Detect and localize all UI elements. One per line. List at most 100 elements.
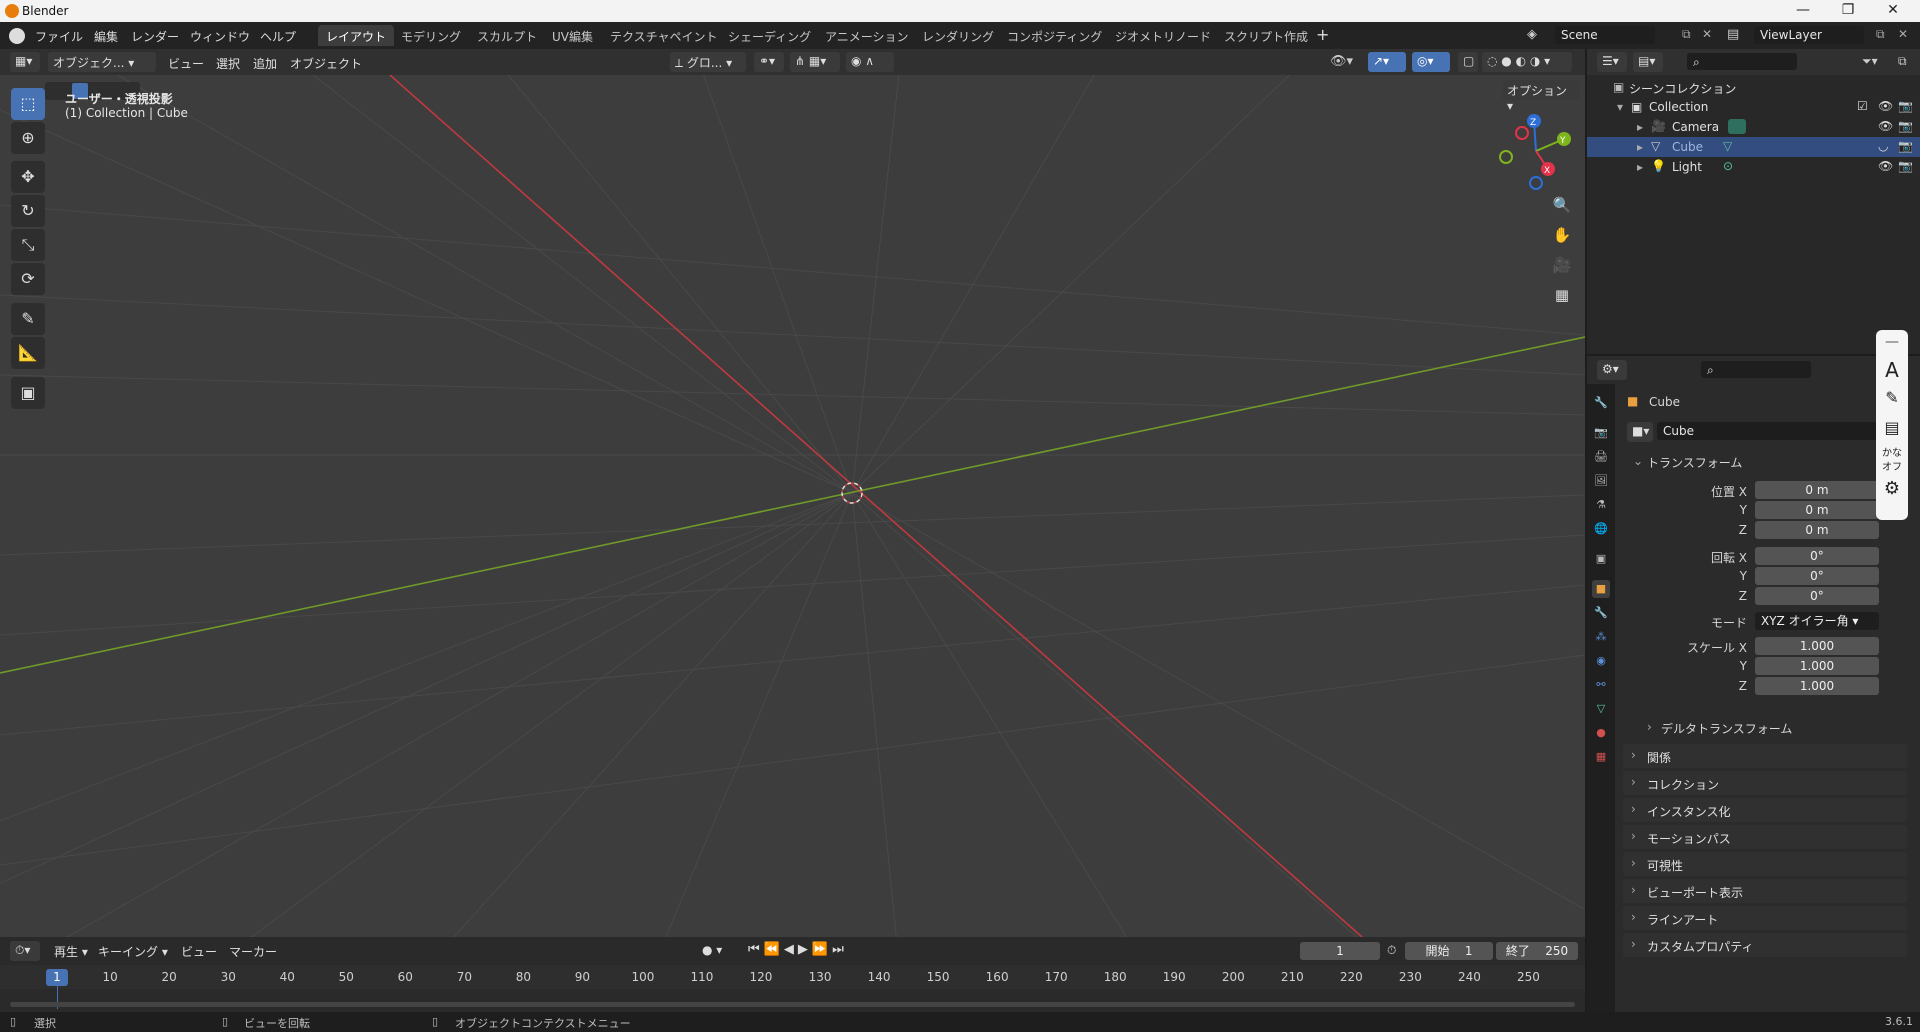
editor-type-icon[interactable]: ▦▾ [10, 52, 40, 72]
options-dropdown[interactable]: オプション ▾ [1502, 80, 1580, 113]
menu-render[interactable]: レンダー [131, 28, 179, 45]
properties-search-input[interactable]: ⌕ [1701, 361, 1811, 378]
menu-edit[interactable]: 編集 [94, 28, 118, 45]
new-view-layer-icon[interactable]: ⧉ [1876, 27, 1885, 42]
end-frame-field[interactable]: 終了 250 [1496, 942, 1578, 960]
snap-icon[interactable]: ⋔ ▦▾ [790, 52, 840, 72]
collection-tab-icon[interactable]: ▣ [1592, 550, 1610, 568]
collection-eye-icon[interactable]: 👁 [1878, 99, 1893, 113]
scene-field[interactable]: Scene [1555, 26, 1655, 44]
ime-off-label[interactable]: オフ [1876, 458, 1908, 473]
rotate-tool[interactable]: ↻ [11, 195, 45, 227]
collection-render-icon[interactable]: 📷 [1898, 99, 1913, 113]
scale-tool[interactable]: ⤡ [11, 229, 45, 261]
close-icon[interactable]: ✕ [1873, 2, 1913, 18]
scene-icon[interactable]: ◈ [1527, 27, 1537, 42]
panel-viewport-display[interactable]: › ビューポート表示 [1623, 879, 1907, 903]
transform-orientation-dropdown[interactable]: ⟂ グロ... ▾ [670, 52, 746, 72]
output-tab-icon[interactable]: 🖨 [1592, 448, 1610, 466]
visibility-icon[interactable]: 👁▾ [1330, 54, 1353, 69]
select-box-tool[interactable]: ⬚ [11, 88, 45, 120]
minimize-icon[interactable]: — [1783, 2, 1823, 18]
ime-dictionary-icon[interactable]: ▤ [1876, 418, 1908, 437]
transform-tool[interactable]: ⟳ [11, 263, 45, 295]
timeline[interactable]: 1 10 20 30 40 50 60 70 80 90 100 110 120 130 140 150 160… [0, 965, 1585, 1012]
cube-eye-icon[interactable]: ◡ [1878, 139, 1888, 153]
location-x-field[interactable]: 0 m [1755, 481, 1879, 499]
object-tab-icon[interactable]: ■ [1592, 580, 1610, 598]
tab-scripting[interactable]: スクリプト作成 [1216, 25, 1316, 46]
world-tab-icon[interactable]: 🌐 [1592, 520, 1610, 538]
tab-layout[interactable]: レイアウト [318, 25, 395, 46]
expand-arrow-icon[interactable]: ▸ [1637, 140, 1643, 154]
menu-file[interactable]: ファイル [35, 28, 83, 45]
new-collection-icon[interactable]: ⧉ [1898, 54, 1907, 69]
expand-arrow-icon[interactable]: ▾ [1617, 100, 1623, 114]
timeline-menu-view[interactable]: ビュー [181, 943, 217, 960]
pan-icon[interactable]: ✋ [1550, 223, 1574, 247]
outliner-item-cube[interactable]: ▸ ▽ Cube ▽ ◡ 📷 [1587, 137, 1920, 157]
tab-compositing[interactable]: コンポジティング [999, 25, 1110, 46]
3d-viewport[interactable]: ユーザー・透視投影 (1) Collection | Cube ⬚ ⊕ ✥ ↻ … [0, 75, 1585, 937]
properties-editor-type-icon[interactable]: ⚙▾ [1597, 360, 1627, 380]
rotation-z-field[interactable]: 0° [1755, 587, 1879, 605]
viewport-menu-view[interactable]: ビュー [168, 55, 204, 72]
outliner-search-input[interactable]: ⌕ [1687, 53, 1797, 70]
particles-tab-icon[interactable]: ⁂ [1592, 628, 1610, 646]
timeline-editor-type-icon[interactable]: ⏱▾ [10, 941, 40, 961]
navigation-gizmo[interactable]: Z Y X [1496, 111, 1576, 191]
transform-collapse-icon[interactable]: ⌄ [1633, 454, 1643, 468]
tab-modeling[interactable]: モデリング [393, 25, 469, 46]
preview-range-icon[interactable]: ⏱ [1387, 943, 1396, 958]
maximize-icon[interactable]: ❐ [1828, 2, 1868, 18]
measure-tool[interactable]: 📐 [11, 337, 45, 369]
light-render-icon[interactable]: 📷 [1898, 159, 1913, 173]
outliner-item-camera[interactable]: ▸ 🎥 Camera 👁 📷 [1587, 117, 1920, 137]
menu-window[interactable]: ウィンドウ [190, 28, 250, 45]
panel-visibility[interactable]: › 可視性 [1623, 852, 1907, 876]
scale-y-field[interactable]: 1.000 [1755, 657, 1879, 675]
modifier-tab-icon[interactable]: 🔧 [1592, 604, 1610, 622]
mesh-data-icon[interactable]: ▽ [1723, 139, 1732, 153]
ime-mode-label[interactable]: A [1876, 358, 1908, 382]
pivot-icon[interactable]: ⚭▾ [754, 52, 784, 72]
scale-x-field[interactable]: 1.000 [1755, 637, 1879, 655]
tab-animation[interactable]: アニメーション [817, 25, 917, 46]
shading-mode-buttons[interactable]: ◌ ● ◐ ◑ ▾ [1482, 52, 1572, 72]
outliner-filter-icon[interactable]: ⏷▾ [1862, 54, 1878, 69]
zoom-icon[interactable]: 🔍 [1550, 193, 1574, 217]
location-z-field[interactable]: 0 m [1755, 521, 1879, 539]
viewport-menu-object[interactable]: オブジェクト [290, 55, 362, 72]
object-datablock-icon[interactable]: ■▾ [1627, 422, 1653, 442]
timeline-scrollbar[interactable] [10, 1002, 1575, 1007]
outliner-editor-type-icon[interactable]: ☰▾ [1597, 52, 1627, 72]
outliner-display-mode-icon[interactable]: ▤▾ [1633, 52, 1663, 72]
gizmo-toggle-icon[interactable]: ↗▾ [1368, 52, 1406, 72]
menu-help[interactable]: ヘルプ [260, 28, 296, 45]
delete-scene-icon[interactable]: ✕ [1702, 27, 1712, 41]
expand-arrow-icon[interactable]: ▸ [1637, 160, 1643, 174]
tab-uv[interactable]: UV編集 [544, 25, 601, 46]
light-eye-icon[interactable]: 👁 [1878, 159, 1893, 173]
ime-settings-icon[interactable]: ⚙ [1876, 478, 1908, 499]
tab-sculpt[interactable]: スカルプト [469, 25, 545, 46]
panel-collections[interactable]: › コレクション [1623, 771, 1907, 795]
view-layer-field[interactable]: ViewLayer [1754, 26, 1864, 44]
add-workspace-icon[interactable]: + [1316, 25, 1329, 44]
timeline-menu-keying[interactable]: キーイング ▾ [98, 943, 168, 960]
scene-tab-icon[interactable]: ⚗ [1592, 496, 1610, 514]
ime-minimize-icon[interactable]: — [1876, 334, 1908, 350]
viewport-menu-add[interactable]: 追加 [253, 55, 277, 72]
transform-panel-title[interactable]: トランスフォーム [1647, 454, 1742, 471]
tab-geometry-nodes[interactable]: ジオメトリノード [1107, 25, 1219, 46]
new-scene-icon[interactable]: ⧉ [1682, 27, 1691, 42]
mode-dropdown[interactable]: オブジェク... ▾ [48, 52, 156, 72]
panel-motion-paths[interactable]: › モーションパス [1623, 825, 1907, 849]
delete-view-layer-icon[interactable]: ✕ [1898, 27, 1908, 41]
tab-texture-paint[interactable]: テクスチャペイント [602, 25, 726, 46]
tab-rendering[interactable]: レンダリング [914, 25, 1002, 46]
ortho-toggle-icon[interactable]: ▦ [1550, 283, 1574, 307]
rotation-y-field[interactable]: 0° [1755, 567, 1879, 585]
overlay-toggle-icon[interactable]: ◎▾ [1412, 52, 1450, 72]
delta-transform-panel[interactable]: デルタトランスフォーム [1661, 720, 1792, 737]
